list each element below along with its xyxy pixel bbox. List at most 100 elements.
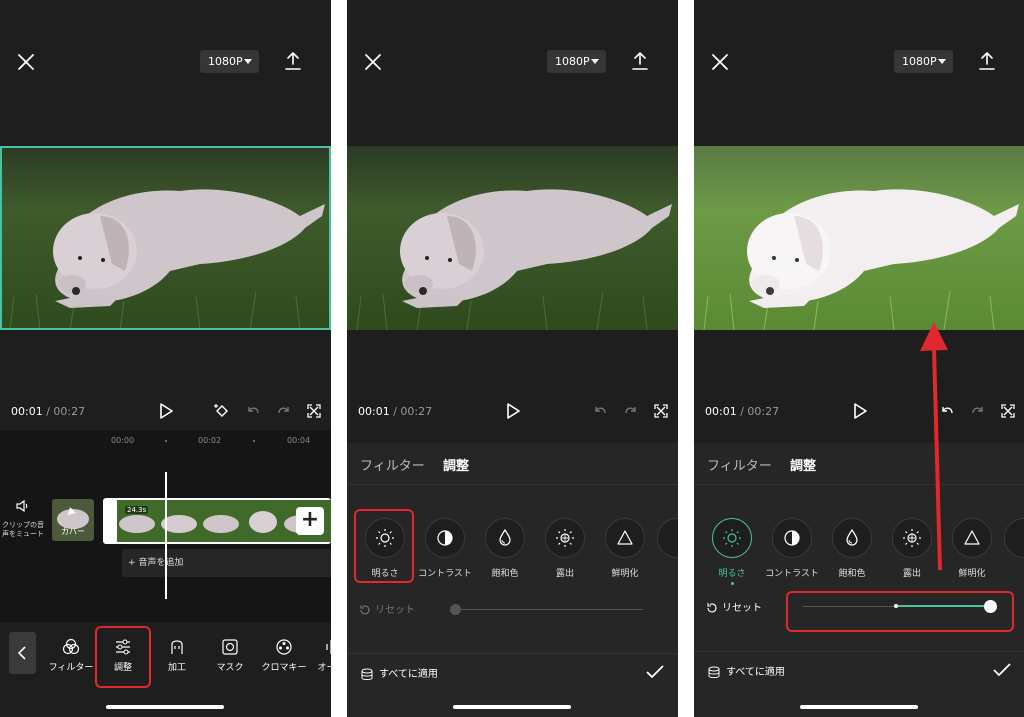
play-icon[interactable]: [505, 403, 521, 419]
cover-button[interactable]: カバー: [52, 499, 94, 541]
time-display: 00:01 / 00:27: [358, 405, 432, 418]
reset-icon: [707, 603, 717, 613]
fullscreen-icon[interactable]: [653, 403, 669, 419]
adjust-exposure[interactable]: 露出: [537, 518, 593, 579]
timeline[interactable]: 00:00 00:02 00:04 クリップの音 声をミュート カバー 24.3…: [0, 430, 331, 622]
player-controls: 00:01 / 00:27: [0, 397, 331, 425]
back-button[interactable]: [9, 632, 36, 674]
video-preview[interactable]: [347, 146, 678, 330]
saturation-icon: [499, 528, 511, 546]
tab-filter[interactable]: フィルター: [707, 455, 772, 474]
ruler-dot: [253, 440, 255, 442]
dog-image: [347, 146, 678, 330]
add-audio-button[interactable]: + 音声を追加: [122, 549, 331, 577]
adjust-contrast[interactable]: コントラスト: [417, 518, 473, 579]
dog-image-brightened: [694, 146, 1024, 330]
export-icon[interactable]: [978, 51, 996, 71]
adjust-more[interactable]: [1004, 518, 1024, 558]
brightness-slider-knob[interactable]: [450, 604, 461, 615]
cover-label: カバー: [61, 527, 85, 536]
redo-icon[interactable]: [623, 403, 639, 419]
resolution-button[interactable]: 1080P: [200, 50, 259, 73]
divider: [347, 484, 678, 485]
ruler-mark: 00:04: [287, 436, 311, 445]
contrast-icon: [784, 530, 800, 546]
close-icon[interactable]: [16, 52, 36, 72]
layers-icon: [708, 666, 720, 678]
redo-icon[interactable]: [970, 403, 986, 419]
tab-adjust[interactable]: 調整: [790, 455, 816, 474]
add-clip-button[interactable]: +: [296, 507, 324, 535]
adjust-saturation[interactable]: 飽和色: [477, 518, 533, 579]
tool-audio[interactable]: オーデ: [306, 632, 331, 682]
time-display: 00:01 / 00:27: [705, 405, 779, 418]
adjust-label: コントラスト: [765, 569, 819, 579]
bottom-toolbar: フィルター 調整 加工 マスク クロマキー オーデ: [0, 622, 331, 717]
layers-icon: [361, 668, 373, 680]
tool-label: クロマキー: [261, 663, 307, 673]
adjust-contrast[interactable]: コントラスト: [764, 518, 820, 579]
time-display: 00:01 / 00:27: [11, 405, 85, 418]
caret-down-icon: [938, 59, 946, 64]
adjust-label: 明るさ: [718, 569, 746, 579]
home-indicator: [800, 705, 918, 709]
reset-button[interactable]: リセット: [706, 599, 762, 614]
mute-clip-button[interactable]: クリップの音 声をミュート: [0, 499, 46, 539]
video-preview[interactable]: [0, 146, 331, 330]
tool-filter[interactable]: フィルター: [46, 632, 96, 682]
divider: [694, 484, 1024, 485]
adjust-saturation[interactable]: 飽和色: [824, 518, 880, 579]
redo-icon[interactable]: [276, 403, 292, 419]
confirm-check-icon[interactable]: [993, 663, 1011, 677]
total-time: / 00:27: [740, 405, 780, 418]
tool-retouch[interactable]: 加工: [152, 632, 202, 682]
audio-icon: [326, 640, 331, 654]
tab-filter[interactable]: フィルター: [360, 455, 425, 474]
resolution-button[interactable]: 1080P: [547, 50, 606, 73]
apply-all-label: すべてに適用: [379, 669, 438, 680]
undo-icon[interactable]: [592, 403, 608, 419]
close-icon[interactable]: [363, 52, 383, 72]
adjust-more[interactable]: [657, 518, 678, 558]
fullscreen-icon[interactable]: [306, 403, 322, 419]
tool-chroma-key[interactable]: クロマキー: [259, 632, 309, 682]
caret-down-icon: [244, 59, 252, 64]
resolution-button[interactable]: 1080P: [894, 50, 953, 73]
adjust-label: 鮮明化: [611, 569, 639, 579]
undo-icon[interactable]: [245, 403, 261, 419]
plus-icon: +: [128, 558, 139, 568]
adjust-brightness[interactable]: 明るさ: [704, 518, 760, 585]
apply-all-button[interactable]: すべてに適用: [361, 665, 438, 681]
player-controls: 00:01 / 00:27: [694, 397, 1024, 425]
mute-label: クリップの音 声をミュート: [2, 521, 44, 538]
top-bar: 1080P: [694, 40, 1024, 84]
reset-button[interactable]: リセット: [359, 601, 415, 616]
adjust-label: 露出: [555, 569, 574, 579]
adjust-label: 飽和色: [838, 569, 866, 579]
export-icon[interactable]: [284, 51, 302, 71]
playhead[interactable]: [165, 472, 167, 599]
speaker-icon: [16, 499, 28, 513]
apply-all-label: すべてに適用: [726, 667, 785, 678]
tab-adjust[interactable]: 調整: [443, 455, 469, 474]
screen-adjust-default: 1080P 00:01 / 00:27 フィルター 調整 明るさ コントラスト …: [347, 0, 678, 717]
video-preview[interactable]: [694, 146, 1024, 330]
tool-label: 加工: [167, 663, 186, 673]
highlight-brightness: [354, 509, 414, 583]
play-icon[interactable]: [158, 403, 174, 419]
current-time: 00:01: [358, 405, 390, 418]
fullscreen-icon[interactable]: [1000, 403, 1016, 419]
tool-mask[interactable]: マスク: [205, 632, 255, 682]
highlight-slider: [786, 591, 1014, 632]
retouch-icon: [171, 640, 183, 654]
apply-all-button[interactable]: すべてに適用: [708, 663, 785, 679]
export-icon[interactable]: [631, 51, 649, 71]
annotation-arrow: [920, 322, 948, 571]
adjust-sharpen[interactable]: 鮮明化: [597, 518, 653, 579]
brightness-slider-track[interactable]: [455, 609, 643, 610]
play-icon[interactable]: [852, 403, 868, 419]
close-icon[interactable]: [710, 52, 730, 72]
confirm-check-icon[interactable]: [646, 665, 664, 679]
keyframe-icon[interactable]: [214, 403, 230, 419]
sharpen-icon: [964, 530, 980, 545]
